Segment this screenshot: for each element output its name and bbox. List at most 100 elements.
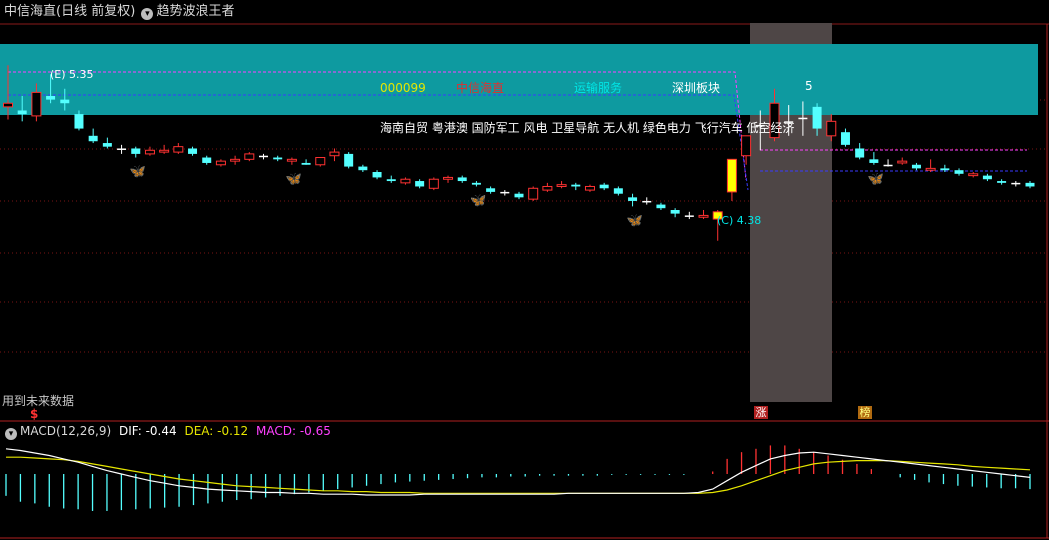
candle-body-up [443, 176, 454, 180]
high-label: (E) 5.35 [50, 68, 94, 81]
marker-zhang: 涨 [754, 406, 768, 419]
concept-list: 海南自贸 粤港澳 国防军工 风电 卫星导航 无人机 绿色电力 飞行汽车 低空经济 [380, 121, 795, 135]
candle-body-up [215, 160, 226, 166]
banner-industry: 运输服务 [574, 81, 623, 95]
candle-body-up [698, 214, 709, 218]
peak-label: 5 [805, 79, 813, 93]
candle-body-down [599, 184, 609, 189]
candle-body-down [344, 153, 354, 167]
macd-dropdown-icon[interactable]: ▾ [5, 428, 17, 440]
marker-s: $ [30, 407, 39, 421]
macd-header: ▾ MACD(12,26,9) DIF: -0.44 DEA: -0.12 MAC… [3, 424, 331, 440]
period-label: (日线 前复权) [56, 4, 136, 19]
butterfly-signal-icon: 🦋 [470, 193, 486, 208]
candle-body-down [997, 181, 1007, 183]
indicator-dropdown-icon[interactable]: ▾ [141, 8, 154, 20]
chart-title: 中信海直(日线 前复权) ▾ 趋势波浪王者 [4, 5, 234, 20]
candle-body-up [584, 185, 595, 191]
candle-body-down [471, 182, 481, 185]
butterfly-signal-icon: 🦋 [286, 172, 302, 187]
candle-body-down [60, 99, 70, 104]
candle-body-down [415, 181, 425, 187]
candle-body-down [202, 157, 212, 163]
candle-body-down [386, 179, 396, 182]
candle-body-down [372, 172, 382, 178]
stock-name: 中信海直 [4, 4, 57, 19]
candle-body-up [428, 178, 439, 189]
candle-body-down [131, 148, 141, 154]
candle-body-down [840, 132, 850, 145]
candle-body-down [188, 148, 198, 154]
candle-body-down [301, 162, 311, 165]
candle-body-up [400, 178, 411, 184]
candle-body-up [315, 157, 326, 166]
candle-body-up [159, 149, 170, 153]
candle-body-up [542, 185, 553, 191]
candle-body-down [982, 175, 992, 180]
candle-body-down [940, 168, 950, 171]
butterfly-signal-icon: 🦋 [627, 213, 643, 228]
indicator-label[interactable]: 趋势波浪王者 [156, 4, 234, 19]
candle-body-up [3, 102, 13, 108]
candle-body-down [514, 193, 524, 198]
candle-body-down [670, 210, 680, 214]
candle-body-up [286, 158, 297, 162]
low-label: (C) 4.38 [717, 214, 762, 227]
macd-label[interactable]: MACD(12,26,9) [20, 424, 111, 438]
candle-body-up [244, 153, 255, 160]
candle-body-down [798, 117, 808, 120]
macd-value: MACD: -0.65 [256, 424, 331, 438]
info-banner [0, 44, 1038, 115]
candle-body-down [88, 135, 98, 142]
candle-body-up [556, 184, 567, 187]
candle-body-down [855, 148, 865, 158]
candle-body-down [486, 188, 496, 192]
candle-body-down [883, 164, 893, 167]
candle-body-down [17, 110, 27, 115]
candle-body-down [46, 96, 56, 100]
candle-body-down [812, 106, 822, 129]
candle-body-down [457, 177, 467, 182]
marker-bang: 榜 [858, 406, 872, 419]
banner-board: 深圳板块 [672, 81, 721, 95]
candle-body-down [1011, 182, 1021, 185]
candle-body-down [259, 155, 268, 158]
candle-body-down [656, 204, 666, 209]
candle-body-up [897, 160, 908, 164]
dif-line [5, 448, 1031, 496]
chart-root: 🦋 🦋 🦋 🦋 🦋 中信海直(日线 前复权) ▾ 趋势波浪王者 000099 中信海直 运… [0, 0, 1049, 540]
dea-line [6, 456, 1031, 494]
candle-body-down [628, 197, 638, 201]
candle-body-down [571, 184, 581, 187]
candle-body-down [117, 148, 127, 150]
butterfly-signal-icon: 🦋 [130, 165, 146, 180]
candle-body-up [968, 173, 979, 177]
candle-body-up [329, 151, 340, 157]
price-chart-svg[interactable]: 🦋 🦋 🦋 🦋 🦋 [0, 0, 1049, 540]
candle-body-down [911, 164, 921, 169]
future-data-note: 用到未来数据 [2, 394, 75, 408]
candle-body-up [144, 149, 155, 155]
candle-body-down [102, 143, 112, 147]
candle-body-up [826, 120, 837, 137]
candle-body-up [31, 91, 42, 117]
candle-body-down [954, 170, 964, 174]
candle-body-up [173, 146, 184, 153]
candle-body-down [684, 215, 694, 217]
butterfly-signal-icon: 🦋 [868, 172, 884, 187]
candle-body-up [528, 187, 539, 200]
candle-body-down [642, 200, 652, 203]
candle-body-down [1025, 182, 1035, 187]
banner-code: 000099 [380, 81, 426, 95]
candle-body-up [925, 167, 936, 171]
candle-body-down [358, 166, 368, 171]
candle-body-down [869, 159, 879, 163]
candle-body-down [74, 114, 84, 129]
macd-dea: DEA: -0.12 [184, 424, 249, 438]
candle-body-up [741, 135, 752, 157]
banner-name: 中信海直 [456, 81, 505, 95]
candle-body-down [273, 157, 283, 160]
candle-body-down [613, 188, 623, 194]
candle-body-up [726, 158, 737, 193]
macd-dif: DIF: -0.44 [118, 424, 177, 438]
